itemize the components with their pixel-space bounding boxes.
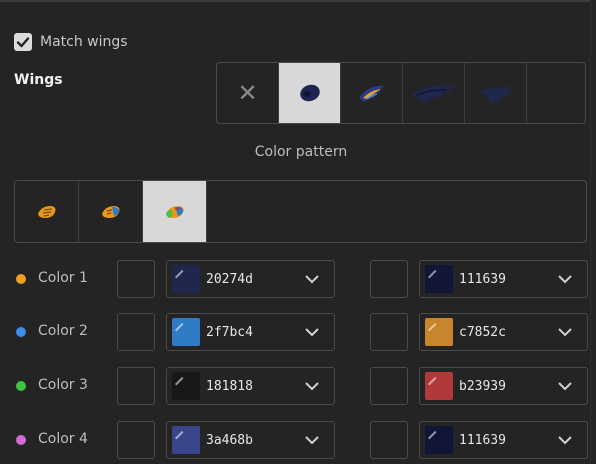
chevron-down-icon: [302, 430, 322, 450]
color-3-label: Color 3: [38, 377, 88, 393]
pattern-2-icon: [101, 205, 119, 218]
none-x-icon: ✕: [237, 79, 258, 107]
wing-style-1-icon: [299, 84, 320, 102]
color-row-4: Color 4 3a468b 111639: [0, 421, 596, 459]
color-3-secondary-select[interactable]: b23939: [419, 367, 588, 405]
color-2-secondary-swatch[interactable]: [370, 313, 408, 351]
pattern-3-icon: [165, 205, 183, 218]
wing-style-2-icon: [358, 85, 385, 102]
color-3-secondary-chip: [425, 372, 453, 400]
color-4-dot: [16, 435, 26, 445]
color-4-primary-swatch[interactable]: [117, 421, 155, 459]
match-wings-checkbox[interactable]: [14, 33, 32, 51]
color-3-primary-hex: 181818: [206, 378, 253, 394]
color-1-primary-swatch[interactable]: [117, 260, 155, 298]
wing-option-3[interactable]: [403, 63, 465, 123]
chevron-down-icon: [555, 269, 575, 289]
color-4-secondary-hex: 111639: [459, 432, 506, 448]
pattern-option-3[interactable]: [143, 181, 207, 242]
color-4-label: Color 4: [38, 431, 88, 447]
color-1-secondary-chip: [425, 265, 453, 293]
color-row-1: Color 1 20274d 111639: [0, 260, 596, 298]
wing-option-1[interactable]: [279, 63, 341, 123]
color-pattern-selector: [14, 180, 587, 243]
color-4-primary-chip: [172, 426, 200, 454]
color-1-secondary-select[interactable]: 111639: [419, 260, 588, 298]
pattern-option-2[interactable]: [79, 181, 143, 242]
color-3-primary-swatch[interactable]: [117, 367, 155, 405]
color-2-secondary-hex: c7852c: [459, 324, 506, 340]
color-2-secondary-chip: [425, 318, 453, 346]
top-divider: [0, 0, 590, 2]
match-wings-label: Match wings: [40, 34, 128, 50]
color-4-secondary-chip: [425, 426, 453, 454]
color-4-secondary-select[interactable]: 111639: [419, 421, 588, 459]
color-2-label: Color 2: [38, 323, 88, 339]
color-1-primary-hex: 20274d: [206, 271, 253, 287]
wings-label: Wings: [14, 72, 63, 88]
color-3-primary-select[interactable]: 181818: [166, 367, 335, 405]
chevron-down-icon: [555, 322, 575, 342]
wing-style-4-icon: [479, 85, 512, 103]
color-3-secondary-swatch[interactable]: [370, 367, 408, 405]
chevron-down-icon: [302, 269, 322, 289]
color-1-secondary-swatch[interactable]: [370, 260, 408, 298]
chevron-down-icon: [302, 376, 322, 396]
chevron-down-icon: [302, 322, 322, 342]
color-3-secondary-hex: b23939: [459, 378, 506, 394]
pattern-option-empty: [207, 181, 586, 242]
color-pattern-title: Color pattern: [254, 144, 348, 160]
color-2-dot: [16, 327, 26, 337]
color-2-primary-hex: 2f7bc4: [206, 324, 253, 340]
pattern-option-1[interactable]: [15, 181, 79, 242]
chevron-down-icon: [555, 376, 575, 396]
color-row-3: Color 3 181818 b23939: [0, 367, 596, 405]
wing-style-3-icon: [410, 84, 457, 103]
color-1-primary-select[interactable]: 20274d: [166, 260, 335, 298]
chevron-down-icon: [555, 430, 575, 450]
color-4-primary-hex: 3a468b: [206, 432, 253, 448]
wings-selector: ✕: [216, 62, 586, 124]
match-wings-toggle[interactable]: Match wings: [14, 32, 128, 52]
color-2-primary-swatch[interactable]: [117, 313, 155, 351]
color-1-secondary-hex: 111639: [459, 271, 506, 287]
color-2-primary-chip: [172, 318, 200, 346]
checkmark-icon: [16, 37, 30, 48]
wing-option-empty[interactable]: [527, 63, 585, 123]
wing-option-none[interactable]: ✕: [217, 63, 279, 123]
color-1-primary-chip: [172, 265, 200, 293]
color-2-primary-select[interactable]: 2f7bc4: [166, 313, 335, 351]
color-2-secondary-select[interactable]: c7852c: [419, 313, 588, 351]
color-row-2: Color 2 2f7bc4 c7852c: [0, 313, 596, 351]
color-1-dot: [16, 274, 26, 284]
color-3-primary-chip: [172, 372, 200, 400]
pattern-1-icon: [37, 205, 55, 218]
color-1-label: Color 1: [38, 270, 88, 286]
color-4-secondary-swatch[interactable]: [370, 421, 408, 459]
wing-option-4[interactable]: [465, 63, 527, 123]
color-3-dot: [16, 381, 26, 391]
wing-option-2[interactable]: [341, 63, 403, 123]
color-4-primary-select[interactable]: 3a468b: [166, 421, 335, 459]
